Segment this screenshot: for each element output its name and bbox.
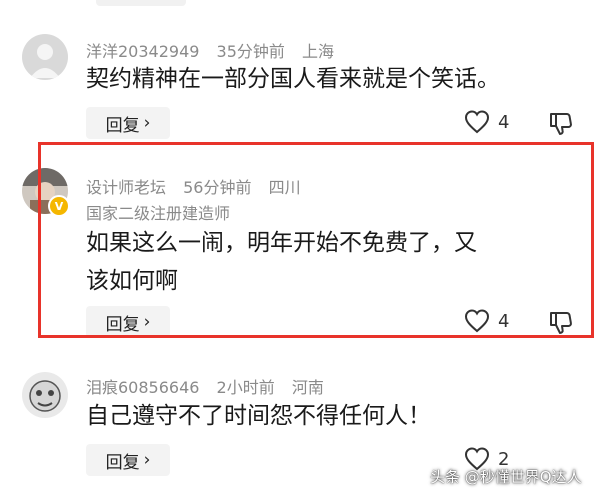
reply-button[interactable]: 回复 › xyxy=(86,444,170,476)
thumbs-down-icon xyxy=(550,113,572,135)
username[interactable]: 洋洋20342949 xyxy=(86,42,199,61)
watermark: 头条 @秒懂世界Q达人 xyxy=(430,468,582,486)
heart-outline-icon xyxy=(464,110,490,134)
reply-button[interactable]: 回复 › xyxy=(86,107,170,139)
previous-reply-button-edge xyxy=(96,0,186,6)
comment-time: 35分钟前 xyxy=(216,42,285,61)
comment-meta: 泪痕60856646 2小时前 河南 xyxy=(86,374,336,398)
chevron-right-icon: › xyxy=(143,450,151,470)
comment-text: 契约精神在一部分国人看来就是个笑话。 xyxy=(86,66,500,92)
like-button[interactable]: 4 xyxy=(464,110,509,134)
dislike-button[interactable] xyxy=(548,111,574,141)
username[interactable]: 泪痕60856646 xyxy=(86,378,199,397)
reply-label: 回复 xyxy=(105,452,140,473)
highlight-box xyxy=(38,142,594,338)
comment-time: 2小时前 xyxy=(216,378,275,397)
comment-meta: 洋洋20342949 35分钟前 上海 xyxy=(86,38,346,62)
comment-location: 河南 xyxy=(291,378,324,397)
chevron-right-icon: › xyxy=(143,113,151,133)
comment-text: 自己遵守不了时间怨不得任何人！ xyxy=(86,403,431,429)
reply-label: 回复 xyxy=(105,115,140,136)
avatar[interactable] xyxy=(22,34,68,80)
comment-location: 上海 xyxy=(302,42,335,61)
like-count: 4 xyxy=(498,111,510,133)
avatar[interactable] xyxy=(22,372,68,418)
